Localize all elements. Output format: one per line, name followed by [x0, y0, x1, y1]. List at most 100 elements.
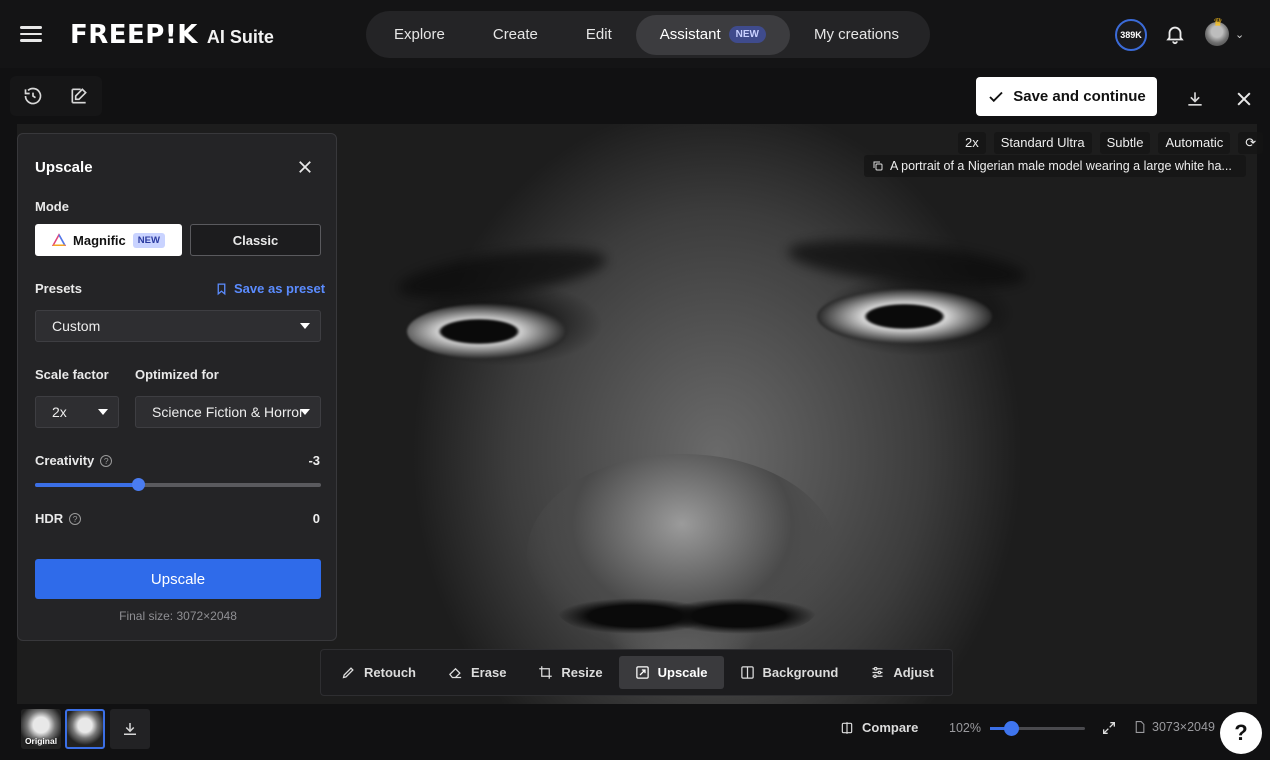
tool-background[interactable]: Background [724, 656, 855, 689]
save-as-preset-link[interactable]: Save as preset [215, 281, 325, 296]
nav-explore[interactable]: Explore [370, 15, 469, 55]
upscale-panel: Upscale Mode Magnific NEW Classic Preset… [17, 133, 337, 641]
menu-icon[interactable] [18, 22, 44, 46]
save-and-continue-button[interactable]: Save and continue [976, 77, 1157, 116]
chevron-down-icon: ⌄ [1235, 28, 1245, 41]
new-badge: NEW [728, 26, 766, 43]
mode-classic-button[interactable]: Classic [190, 224, 321, 256]
avatar: ♛ [1205, 17, 1229, 46]
scale-factor-value: 2x [52, 404, 67, 420]
credits-badge[interactable]: 389K [1115, 19, 1147, 51]
close-editor-icon[interactable] [1229, 84, 1259, 114]
nav-my-creations[interactable]: My creations [790, 15, 923, 55]
pencil-icon [342, 667, 354, 679]
top-bar: FREEP!K AI Suite Explore Create Edit Ass… [0, 0, 1270, 68]
creativity-slider[interactable] [35, 478, 321, 491]
eraser-icon [449, 667, 462, 679]
close-icon[interactable] [296, 158, 314, 176]
account-menu[interactable]: ♛ ⌄ [1205, 17, 1249, 49]
preset-select[interactable]: Custom [35, 310, 321, 342]
refresh-icon[interactable]: ⟳ [1238, 132, 1264, 154]
hdr-label-text: HDR [35, 511, 64, 526]
prompt-bar[interactable]: A portrait of a Nigerian male model wear… [864, 155, 1246, 177]
image-dimensions-text: 3073×2049 [1152, 720, 1215, 734]
thumbnail-original[interactable]: Original [21, 709, 61, 749]
crop-icon [539, 666, 553, 679]
tool-upscale[interactable]: Upscale [618, 656, 724, 689]
background-icon [740, 666, 754, 679]
sliders-icon [872, 666, 883, 679]
tool-erase[interactable]: Erase [432, 656, 522, 689]
image-detail [395, 239, 609, 309]
hdr-value: 0 [312, 511, 320, 526]
nav-edit-label: Edit [585, 26, 612, 43]
help-icon[interactable]: ? [69, 513, 82, 525]
brand-logo-text: FREEP!K [70, 20, 198, 50]
nav-assistant-label: Assistant [659, 26, 721, 43]
nav-assistant[interactable]: Assistant NEW [635, 14, 790, 55]
expand-icon[interactable] [1101, 720, 1117, 741]
nav-create[interactable]: Create [469, 15, 562, 55]
download-thumbnail-button[interactable] [110, 709, 150, 749]
zoom-slider-knob[interactable] [1003, 721, 1019, 736]
scale-factor-select[interactable]: 2x [35, 396, 119, 428]
preset-value: Custom [52, 318, 101, 334]
tool-resize[interactable]: Resize [522, 656, 618, 689]
optimized-for-select[interactable]: Science Fiction & Horror [135, 396, 321, 428]
creativity-value: -3 [308, 453, 320, 468]
caret-down-icon [98, 409, 108, 415]
save-as-preset-label: Save as preset [234, 281, 326, 296]
tool-retouch[interactable]: Retouch [325, 656, 432, 689]
upscale-button[interactable]: Upscale [35, 559, 321, 599]
chip-scale: 2x [958, 132, 986, 154]
thumbnail-upscaled[interactable] [65, 709, 105, 749]
image-detail [817, 289, 992, 344]
download-icon[interactable] [1180, 84, 1210, 114]
bell-icon[interactable] [1164, 23, 1186, 45]
prompt-text: A portrait of a Nigerian male model wear… [890, 159, 1232, 173]
download-icon [124, 723, 136, 735]
compare-icon [841, 721, 853, 734]
history-icon[interactable] [18, 81, 48, 111]
zoom-slider[interactable] [990, 721, 1085, 736]
edit-icon[interactable] [64, 81, 94, 111]
logo[interactable]: FREEP!K AI Suite [70, 20, 274, 50]
compare-button[interactable]: Compare [840, 720, 918, 735]
mode-magnific-button[interactable]: Magnific NEW [35, 224, 182, 256]
mode-label: Mode [35, 199, 69, 214]
slider-knob[interactable] [131, 478, 145, 491]
zoom-level: 102% [949, 721, 981, 735]
image-detail [557, 574, 817, 644]
edit-tools-bar: Retouch Erase Resize Upscale Background … [320, 649, 953, 696]
caret-down-icon [300, 409, 310, 415]
tool-upscale-label: Upscale [657, 665, 708, 680]
slider-fill [35, 483, 138, 487]
nav-my-creations-label: My creations [813, 26, 899, 43]
scale-factor-label: Scale factor [35, 367, 109, 382]
caret-down-icon [300, 323, 310, 329]
new-badge: NEW [132, 232, 165, 248]
file-icon [1135, 721, 1145, 733]
mode-magnific-label: Magnific [73, 232, 126, 248]
nav-edit[interactable]: Edit [562, 15, 636, 55]
hdr-label: HDR? [35, 511, 82, 526]
nav-create-label: Create [492, 26, 538, 43]
mode-classic-label: Classic [232, 232, 279, 248]
help-icon[interactable]: ? [100, 455, 113, 467]
presets-label: Presets [35, 281, 82, 296]
main-nav: Explore Create Edit Assistant NEW My crea… [366, 11, 930, 58]
footer-bar [0, 704, 1270, 760]
tool-retouch-label: Retouch [364, 665, 416, 680]
tool-resize-label: Resize [561, 665, 603, 680]
check-icon [989, 91, 1003, 102]
thumbnail-original-label: Original [24, 736, 58, 746]
help-button[interactable]: ? [1220, 712, 1262, 754]
upscale-icon [635, 666, 649, 679]
tool-background-label: Background [762, 665, 839, 680]
nav-explore-label: Explore [394, 26, 445, 43]
chip-style: Subtle [1099, 132, 1151, 154]
tool-adjust[interactable]: Adjust [854, 656, 949, 689]
chip-engine: Standard Ultra [993, 132, 1092, 154]
suite-label: AI Suite [206, 27, 274, 47]
bookmark-icon [217, 282, 226, 295]
